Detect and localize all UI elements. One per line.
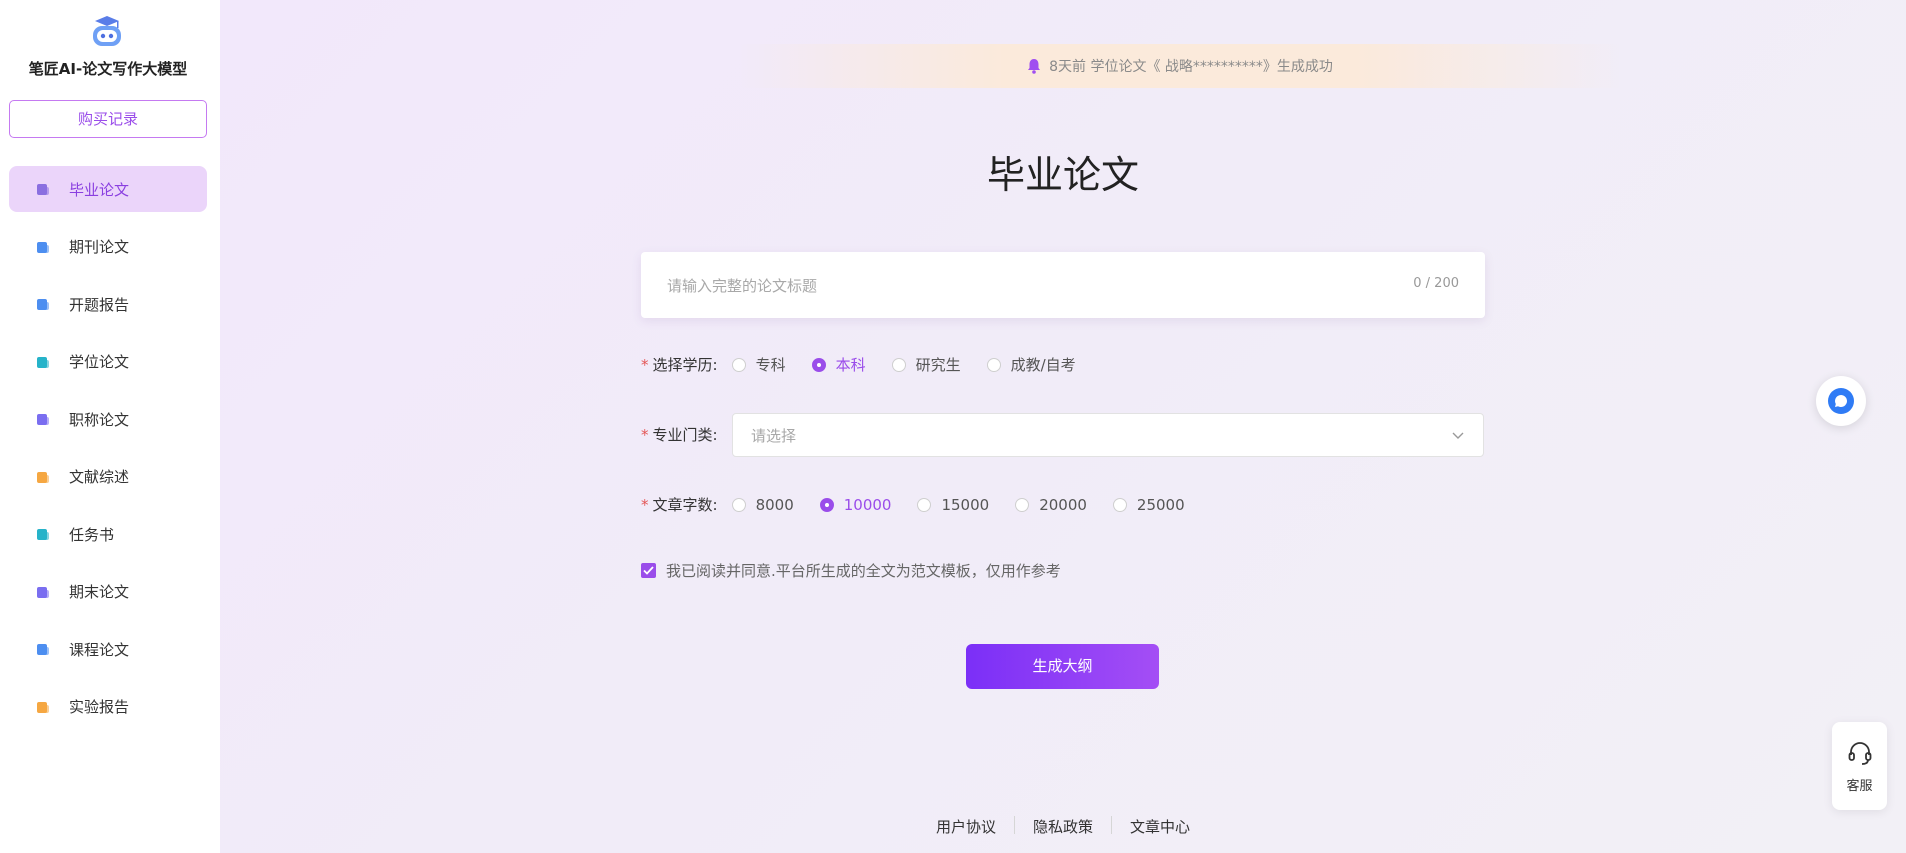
radio-circle: [731, 357, 746, 372]
radio-circle: [811, 357, 826, 372]
radio-circle: [891, 357, 906, 372]
sidebar-item[interactable]: 期刊论文: [9, 224, 207, 270]
sidebar-item[interactable]: 课程论文: [9, 626, 207, 672]
sidebar-item[interactable]: 开题报告: [9, 281, 207, 327]
education-label: 选择学历:: [652, 356, 718, 374]
radio-option[interactable]: 研究生: [891, 354, 961, 375]
radio-label: 专科: [755, 356, 786, 374]
agreement-row: 我已阅读并同意.平台所生成的全文为范文模板，仅用作参考: [641, 560, 1061, 581]
customer-service-button[interactable]: 客服: [1832, 722, 1887, 810]
task-icon: [37, 529, 49, 540]
radio-option[interactable]: 25000: [1112, 495, 1185, 514]
sidebar-item-label: 课程论文: [69, 640, 130, 659]
required-asterisk: *: [641, 495, 649, 514]
journal-icon: [37, 241, 49, 253]
paper-title-input[interactable]: [665, 252, 1369, 320]
user-agreement-link[interactable]: 用户协议: [918, 816, 1014, 837]
sidebar-item-label: 期刊论文: [69, 238, 130, 256]
word-count-row: * 文章字数: 8000 10000 15000 20000 25000: [641, 494, 1211, 515]
radio-option[interactable]: 20000: [1015, 496, 1087, 514]
bell-icon: [1028, 59, 1041, 74]
major-select[interactable]: 请选择: [732, 413, 1484, 457]
folder-icon: [37, 471, 49, 483]
radio-circle: [819, 497, 834, 512]
sidebar-item-label: 职称论文: [69, 410, 130, 429]
sidebar-item[interactable]: 毕业论文: [9, 166, 207, 212]
radio-option[interactable]: 专科: [731, 354, 786, 375]
radio-option[interactable]: 成教/自考: [986, 354, 1076, 375]
main-panel: 8天前 学位论文《 战略**********》生成成功 毕业论文 0 / 200…: [220, 0, 1906, 853]
title-icon: [37, 414, 49, 425]
customer-service-label: 客服: [1846, 778, 1873, 794]
sidebar-item-label: 文献综述: [69, 468, 130, 486]
sidebar-item[interactable]: 学位论文: [9, 339, 207, 385]
sidebar: 笔匠AI-论文写作大模型 购买记录 毕业论文期刊论文开题报告学位论文职称论文文献…: [0, 0, 220, 853]
headset-icon: [1848, 741, 1871, 765]
sidebar-item[interactable]: 任务书: [9, 511, 207, 557]
required-asterisk: *: [641, 425, 649, 444]
radio-option[interactable]: 15000: [917, 496, 989, 514]
radio-label: 本科: [835, 356, 866, 374]
chat-bubble-icon: [1828, 388, 1854, 414]
radio-label: 20000: [1039, 495, 1087, 514]
radio-circle: [1015, 497, 1030, 512]
radio-label: 8000: [755, 495, 794, 514]
chevron-down-icon: [1452, 432, 1464, 439]
article-center-link[interactable]: 文章中心: [1112, 816, 1208, 837]
radio-label: 成教/自考: [1010, 356, 1076, 374]
education-options: 专科 本科 研究生 成教/自考: [731, 354, 1102, 375]
word-count-label: 文章字数:: [652, 496, 718, 514]
chat-float-button[interactable]: [1816, 376, 1866, 426]
major-row: * 专业门类:: [641, 424, 732, 445]
radio-circle: [1112, 497, 1127, 512]
word-count-options: 8000 10000 15000 20000 25000: [731, 495, 1211, 514]
radio-option[interactable]: 10000: [819, 495, 892, 514]
report-icon: [37, 299, 49, 310]
education-row: * 选择学历: 专科 本科 研究生 成教/自考: [641, 354, 1102, 375]
page-title: 毕业论文: [986, 153, 1139, 197]
sidebar-item-label: 毕业论文: [69, 180, 130, 199]
sidebar-item[interactable]: 职称论文: [9, 396, 207, 442]
robot-logo-icon: [93, 16, 121, 46]
sidebar-item-label: 开题报告: [69, 295, 130, 314]
sidebar-item-label: 任务书: [69, 525, 115, 544]
char-counter: 0 / 200: [1413, 276, 1459, 291]
radio-option[interactable]: 本科: [811, 354, 866, 375]
notification-banner: 8天前 学位论文《 战略**********》生成成功: [740, 44, 1620, 88]
privacy-policy-link[interactable]: 隐私政策: [1015, 816, 1111, 837]
sidebar-item-label: 实验报告: [69, 698, 130, 716]
footer: 用户协议 隐私政策 文章中心: [220, 816, 1906, 837]
radio-circle: [986, 357, 1001, 372]
radio-label: 10000: [843, 495, 892, 514]
hat-icon: [37, 184, 49, 195]
exam-icon: [37, 586, 49, 598]
buy-records-button[interactable]: 购买记录: [9, 100, 207, 138]
major-label: 专业门类:: [652, 426, 718, 444]
sidebar-item[interactable]: 期末论文: [9, 569, 207, 615]
radio-label: 25000: [1136, 495, 1185, 514]
lab-icon: [37, 701, 49, 713]
check-icon: [643, 566, 654, 575]
generate-outline-button[interactable]: 生成大纲: [966, 644, 1159, 689]
radio-label: 研究生: [915, 356, 961, 374]
radio-circle: [917, 497, 932, 512]
sidebar-item-label: 学位论文: [69, 353, 130, 371]
notification-text: 8天前 学位论文《 战略**********》生成成功: [1049, 59, 1333, 75]
sidebar-item[interactable]: 文献综述: [9, 454, 207, 500]
sidebar-item[interactable]: 实验报告: [9, 684, 207, 730]
brand-name: 笔匠AI-论文写作大模型: [28, 60, 188, 78]
agreement-checkbox[interactable]: [641, 563, 656, 578]
title-input-box: 0 / 200: [641, 252, 1485, 320]
radio-circle: [731, 497, 746, 512]
agreement-text: 我已阅读并同意.平台所生成的全文为范文模板，仅用作参考: [666, 562, 1061, 580]
course-icon: [37, 644, 49, 655]
radio-option[interactable]: 8000: [731, 495, 794, 514]
required-asterisk: *: [641, 355, 649, 374]
radio-label: 15000: [941, 495, 990, 514]
sidebar-item-label: 期末论文: [69, 583, 130, 601]
sidebar-nav: 毕业论文期刊论文开题报告学位论文职称论文文献综述任务书期末论文课程论文实验报告: [9, 166, 207, 741]
degree-icon: [37, 356, 49, 368]
major-select-placeholder: 请选择: [751, 426, 797, 445]
